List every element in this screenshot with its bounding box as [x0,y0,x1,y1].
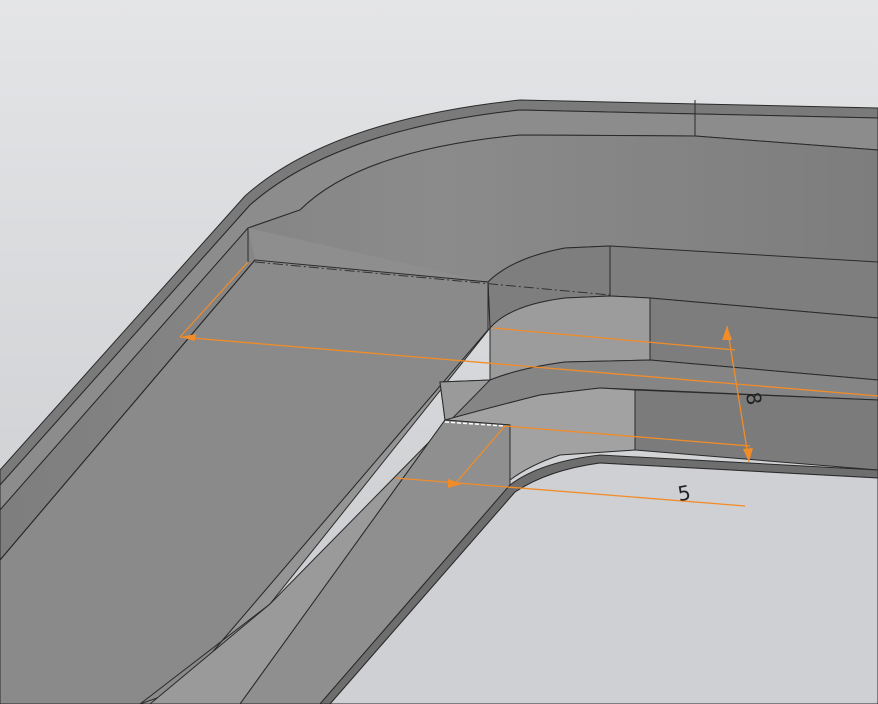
cad-3d-viewport[interactable]: 8 5 [0,0,878,704]
model-canvas[interactable]: 8 5 [0,0,878,704]
